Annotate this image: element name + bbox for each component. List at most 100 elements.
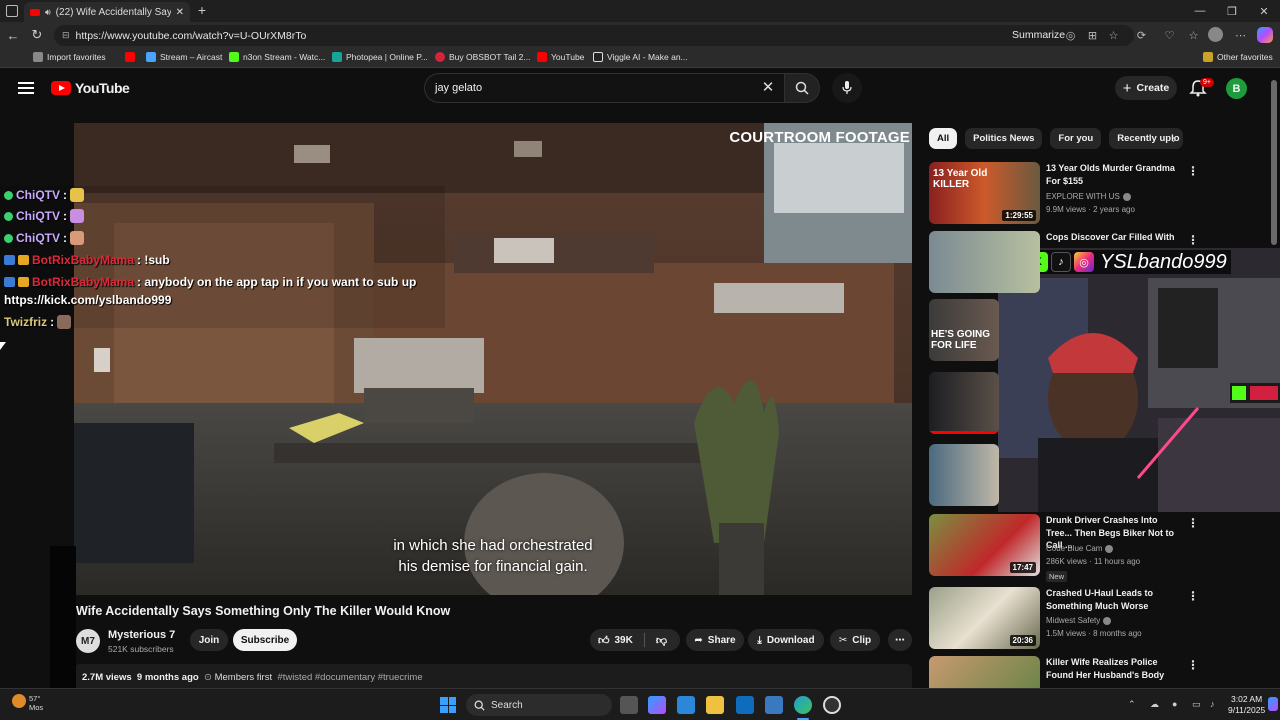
apps-icon[interactable]: ⊞: [1085, 28, 1100, 43]
create-button[interactable]: + Create: [1115, 76, 1177, 100]
subscribe-button[interactable]: Subscribe: [233, 629, 297, 651]
search-button[interactable]: [784, 73, 820, 103]
recommendation-more-icon[interactable]: ⋮: [1187, 164, 1199, 178]
youtube-favicon-icon: [30, 8, 40, 16]
favorite-aircast[interactable]: Stream – Aircast: [146, 52, 222, 62]
recommendation-more-icon[interactable]: ⋮: [1187, 516, 1199, 530]
chip-for-you[interactable]: For you: [1050, 128, 1102, 149]
youtube-logo[interactable]: YouTube: [51, 80, 130, 96]
windows-start-icon[interactable]: [440, 697, 456, 713]
recommendation-item[interactable]: [929, 372, 1269, 436]
store-icon[interactable]: [677, 696, 695, 714]
obs-icon[interactable]: [823, 696, 841, 714]
clear-search-icon[interactable]: ✕: [758, 78, 778, 98]
tab-actions-icon[interactable]: [6, 5, 18, 17]
chat-username: ChiQTV: [16, 231, 60, 245]
account-avatar[interactable]: B: [1226, 78, 1247, 99]
recommendation-item[interactable]: 20:36 Crashed U-Haul Leads to Something …: [929, 587, 1269, 651]
other-favorites[interactable]: Other favorites: [1203, 52, 1273, 62]
browser-essentials-icon[interactable]: ♡: [1162, 28, 1177, 43]
favorite-import[interactable]: Import favorites: [33, 52, 106, 62]
recommendation-item[interactable]: HE'S GOING FOR LIFE: [929, 299, 1269, 363]
browser-tab-active[interactable]: 🔊︎ (22) Wife Accidentally Says S ✕: [24, 2, 190, 22]
recommendation-item[interactable]: [929, 444, 1269, 508]
outlook-icon[interactable]: [736, 696, 754, 714]
chat-message: BotRixBabyMama : !sub: [4, 253, 170, 267]
video-thumbnail[interactable]: HE'S GOING FOR LIFE: [929, 299, 999, 361]
more-options-icon[interactable]: ⋯: [1233, 28, 1248, 43]
share-button[interactable]: ➦ Share: [686, 629, 744, 651]
recommendation-more-icon[interactable]: ⋮: [1187, 658, 1199, 672]
system-clock[interactable]: 3:02 AM 9/11/2025: [1228, 694, 1265, 716]
favorite-photopea[interactable]: Photopea | Online P...: [332, 52, 428, 62]
chip-all[interactable]: All: [929, 128, 958, 149]
favorite-obsbot[interactable]: Buy OBSBOT Tail 2...: [435, 52, 530, 62]
favorites-icon[interactable]: ☆: [1186, 28, 1201, 43]
copilot-tray-icon[interactable]: [1268, 697, 1278, 711]
favorite-n3on[interactable]: n3on Stream - Watc...: [229, 52, 325, 62]
video-thumbnail[interactable]: [929, 231, 1040, 293]
edge-browser-icon[interactable]: [794, 696, 812, 714]
file-explorer-icon[interactable]: [706, 696, 724, 714]
recommendation-item[interactable]: 13 Year Old KILLER 1:29:55 13 Year Olds …: [929, 162, 1269, 226]
video-thumbnail[interactable]: [929, 372, 999, 434]
network-icon[interactable]: ▭: [1192, 699, 1201, 710]
like-button[interactable]: 👍︎ 39K: [598, 634, 633, 647]
recommendation-more-icon[interactable]: ⋮: [1187, 233, 1199, 247]
video-thumbnail[interactable]: 17:47: [929, 514, 1040, 576]
back-arrow-icon[interactable]: ←: [5, 27, 21, 43]
hashtags[interactable]: #twisted #documentary #truecrime: [277, 672, 422, 683]
video-thumbnail[interactable]: [929, 444, 999, 506]
search-input[interactable]: jay gelato: [424, 73, 784, 103]
menu-icon[interactable]: [18, 82, 34, 94]
voice-search-button[interactable]: [832, 73, 862, 103]
download-button[interactable]: ⤓ Download: [748, 629, 824, 651]
summarize-button[interactable]: Summarize: [1012, 29, 1065, 41]
tray-chevron-icon[interactable]: ⌃: [1128, 699, 1136, 710]
chips-next-chevron-icon[interactable]: ›: [1172, 132, 1176, 146]
recommendation-item[interactable]: Cops Discover Car Filled With ⋮: [929, 231, 1269, 295]
video-thumbnail[interactable]: 20:36: [929, 587, 1040, 649]
page-scrollbar-thumb[interactable]: [1271, 80, 1277, 245]
onedrive-icon[interactable]: ☁: [1150, 699, 1159, 710]
minimize-button[interactable]: —: [1184, 0, 1216, 22]
maximize-button[interactable]: ❐: [1216, 0, 1248, 22]
favorite-youtube[interactable]: YouTube: [537, 52, 584, 62]
audio-playing-icon[interactable]: 🔊︎: [45, 7, 51, 18]
channel-avatar[interactable]: M7: [76, 629, 100, 653]
recommendation-item[interactable]: 17:47 Drunk Driver Crashes Into Tree... …: [929, 514, 1269, 582]
dislike-button[interactable]: 👎︎: [656, 634, 667, 647]
copilot-summarize-icon[interactable]: ◎: [1063, 28, 1078, 43]
taskbar-search-box[interactable]: Search: [466, 694, 612, 716]
favorite-youtube-icon[interactable]: [125, 52, 135, 62]
url-field[interactable]: ⊟ https://www.youtube.com/watch?v=U-OUrX…: [54, 25, 1134, 46]
download-icon: ⤓: [757, 634, 762, 646]
weather-widget[interactable]: 57° Mos: [12, 694, 43, 712]
new-tab-button[interactable]: +: [194, 2, 210, 18]
recommendation-item[interactable]: Killer Wife Realizes Police Found Her Hu…: [929, 656, 1269, 688]
volume-icon[interactable]: ♪: [1210, 699, 1215, 709]
site-info-icon[interactable]: ⊟: [62, 30, 70, 41]
clip-button[interactable]: ✂ Clip: [830, 629, 880, 651]
chat-message: https://kick.com/yslbando999: [4, 293, 171, 307]
photos-icon[interactable]: [765, 696, 783, 714]
video-thumbnail[interactable]: [929, 656, 1040, 688]
favorite-star-icon[interactable]: ☆: [1106, 28, 1121, 43]
copilot-icon[interactable]: [1257, 27, 1273, 43]
verified-dot-icon: [4, 211, 13, 221]
more-actions-button[interactable]: ⋯: [888, 629, 912, 651]
favorite-viggle[interactable]: Viggle AI - Make an...: [593, 52, 688, 62]
copilot-taskbar-icon[interactable]: [648, 696, 666, 714]
chip-politics-news[interactable]: Politics News: [965, 128, 1043, 149]
profile-icon[interactable]: [1208, 27, 1223, 42]
tab-close-icon[interactable]: ✕: [176, 7, 184, 18]
mic-tray-icon[interactable]: ●: [1172, 699, 1177, 709]
extensions-icon[interactable]: ⟳: [1134, 28, 1149, 43]
close-window-button[interactable]: ✕: [1248, 0, 1280, 22]
recommendation-more-icon[interactable]: ⋮: [1187, 589, 1199, 603]
video-thumbnail[interactable]: 13 Year Old KILLER 1:29:55: [929, 162, 1040, 224]
task-view-icon[interactable]: [620, 696, 638, 714]
refresh-icon[interactable]: ↻: [29, 27, 45, 43]
channel-name[interactable]: Mysterious 7: [108, 629, 175, 641]
join-button[interactable]: Join: [190, 629, 228, 651]
